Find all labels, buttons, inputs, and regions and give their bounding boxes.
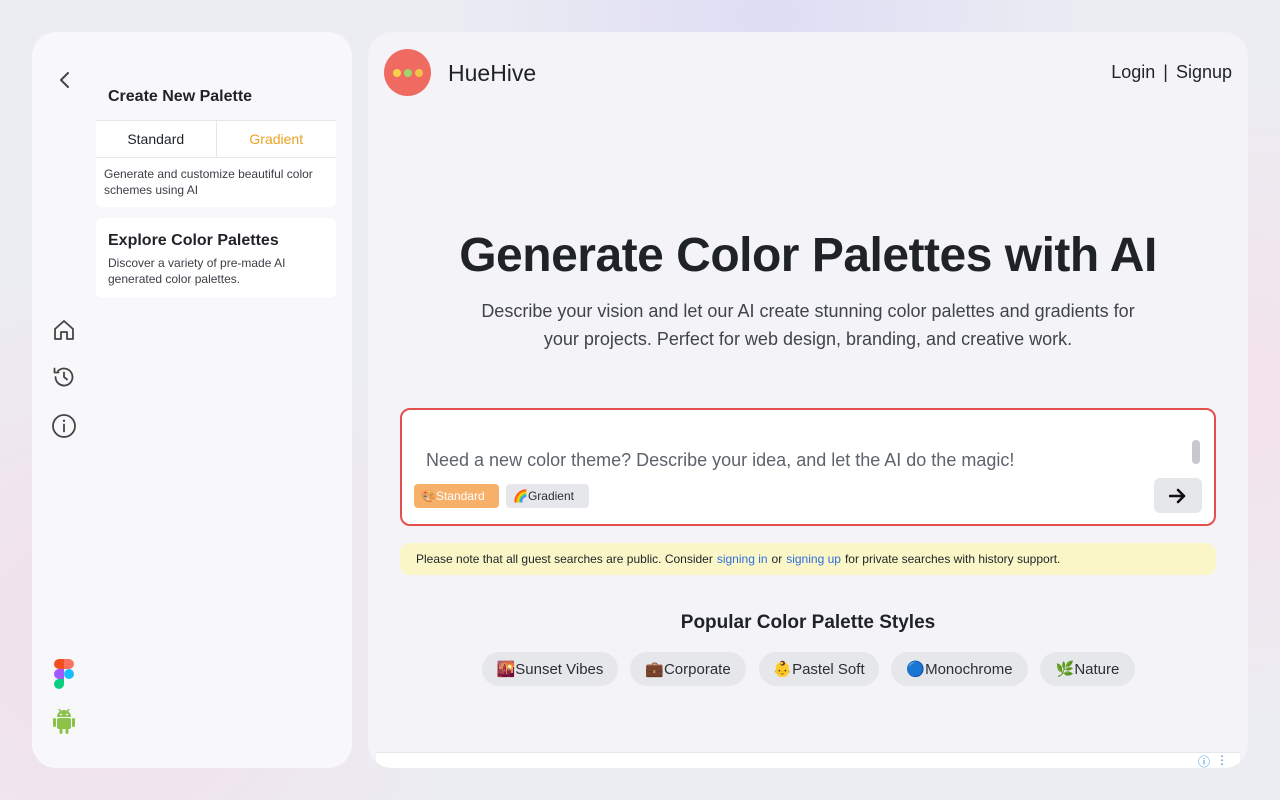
explore-palettes-description: Discover a variety of pre-made AI genera… xyxy=(108,256,286,286)
logo-dot xyxy=(414,68,423,77)
signing-in-link[interactable]: signing in xyxy=(717,552,768,566)
send-button[interactable] xyxy=(1154,478,1202,513)
brand-name[interactable]: HueHive xyxy=(448,60,536,87)
notice-text-or: or xyxy=(771,552,783,566)
style-pill-nature[interactable]: 🌿Nature xyxy=(1040,652,1135,686)
signing-up-link[interactable]: signing up xyxy=(786,552,841,566)
hero-subtitle: Describe your vision and let our AI crea… xyxy=(481,301,1135,349)
info-icon[interactable] xyxy=(50,412,78,440)
android-icon[interactable] xyxy=(50,707,78,735)
auth-links: Login | Signup xyxy=(1111,62,1232,83)
style-pill-pastel-soft[interactable]: 👶Pastel Soft xyxy=(759,652,879,686)
sidebar: Create New Palette Standard Gradient Gen… xyxy=(32,32,352,768)
hero-title: Generate Color Palettes with AI xyxy=(459,229,1157,282)
popular-styles-title: Popular Color Palette Styles xyxy=(680,612,936,633)
style-pill-corporate[interactable]: 💼Corporate xyxy=(630,652,746,686)
ad-banner: ⓘ ⋮ xyxy=(376,752,1240,768)
ad-info-icon[interactable]: ⓘ xyxy=(1198,753,1210,768)
style-pill-monochrome[interactable]: 🔵Monochrome xyxy=(891,652,1028,686)
ad-choices[interactable]: ⓘ ⋮ xyxy=(1198,753,1228,768)
login-link[interactable]: Login xyxy=(1111,62,1155,83)
tab-gradient[interactable]: Gradient xyxy=(215,121,337,157)
home-icon[interactable] xyxy=(50,316,78,344)
create-palette-panel: Create New Palette Standard Gradient Gen… xyxy=(96,74,336,207)
chip-standard[interactable]: 🎨Standard xyxy=(414,484,499,508)
auth-separator: | xyxy=(1163,62,1168,82)
ad-menu-icon[interactable]: ⋮ xyxy=(1216,753,1228,768)
explore-palettes-title: Explore Color Palettes xyxy=(108,232,279,249)
history-icon[interactable] xyxy=(50,363,78,391)
signup-link[interactable]: Signup xyxy=(1176,62,1232,83)
back-chevron-icon[interactable] xyxy=(52,68,76,92)
arrow-right-icon xyxy=(1169,488,1186,503)
palette-type-tabs: Standard Gradient xyxy=(96,120,336,158)
main-panel: HueHive Login | Signup Generate Color Pa… xyxy=(368,32,1248,768)
guest-notice: Please note that all guest searches are … xyxy=(400,543,1216,575)
prompt-box: 🎨Standard 🌈Gradient xyxy=(400,408,1216,526)
explore-palettes-panel[interactable]: Explore Color Palettes Discover a variet… xyxy=(96,218,336,298)
chip-gradient[interactable]: 🌈Gradient xyxy=(506,484,589,508)
tab-standard[interactable]: Standard xyxy=(96,121,216,157)
huehive-logo[interactable] xyxy=(384,49,431,96)
notice-text-before: Please note that all guest searches are … xyxy=(416,552,713,566)
create-palette-title: Create New Palette xyxy=(108,88,253,105)
figma-icon[interactable] xyxy=(50,659,78,689)
prompt-scrollbar[interactable] xyxy=(1192,440,1200,464)
logo-dot xyxy=(403,68,412,77)
logo-dot xyxy=(392,68,401,77)
notice-text-after: for private searches with history suppor… xyxy=(844,552,1061,566)
create-palette-description: Generate and customize beautiful color s… xyxy=(96,158,336,207)
style-pill-sunset-vibes[interactable]: 🌇Sunset Vibes xyxy=(482,652,618,686)
prompt-input[interactable] xyxy=(426,440,1176,480)
